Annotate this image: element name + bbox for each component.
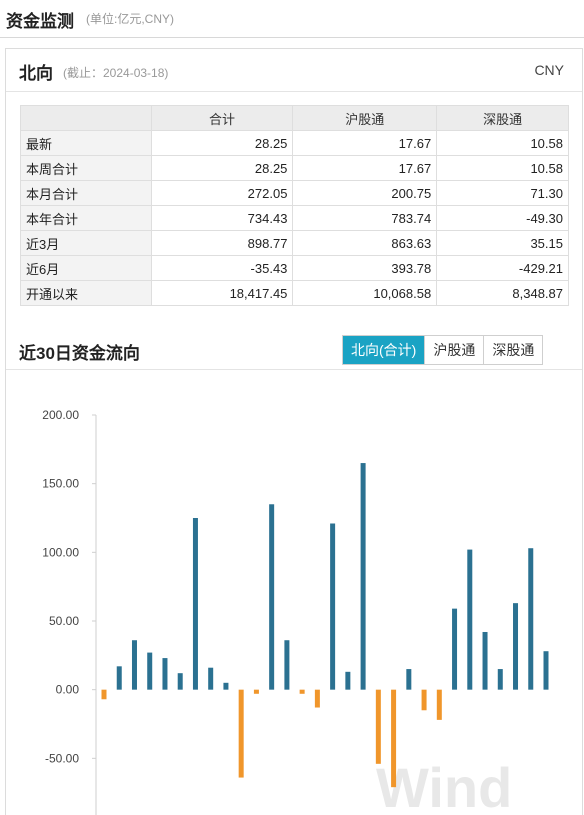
cell-shenzhen: -429.21 <box>436 255 569 281</box>
flow-summary-table: 合计 沪股通 深股通 最新 28.25 17.67 10.58 本周合计 28.… <box>20 105 569 306</box>
column-header <box>20 105 152 131</box>
table-row: 近6月 -35.43 393.78 -429.21 <box>20 255 569 281</box>
bar <box>101 689 107 700</box>
cell-shenzhen: 71.30 <box>436 180 569 206</box>
table-row: 本月合计 272.05 200.75 71.30 <box>20 180 569 206</box>
cell-shanghai: 863.63 <box>292 230 438 256</box>
cell-total: 734.43 <box>150 205 294 231</box>
table-row: 近3月 898.77 863.63 35.15 <box>20 230 569 256</box>
row-label: 开通以来 <box>20 280 152 306</box>
cell-shanghai: 783.74 <box>292 205 438 231</box>
cell-shenzhen: 35.15 <box>436 230 569 256</box>
bar <box>497 669 503 690</box>
top-header: 资金监测 (单位:亿元,CNY) <box>0 0 584 38</box>
cell-total: 18,417.45 <box>150 280 294 306</box>
bar <box>391 689 397 788</box>
bar <box>131 640 137 690</box>
bar <box>330 523 336 690</box>
cell-total: 272.05 <box>150 180 294 206</box>
bar <box>513 603 519 690</box>
bar <box>345 671 351 690</box>
row-label: 本周合计 <box>20 155 152 181</box>
card-header: 北向 (截止：2024-03-18) CNY <box>6 49 582 92</box>
bar <box>482 631 488 690</box>
bar <box>360 463 366 690</box>
y-tick-label: 100.00 <box>42 545 79 559</box>
tab-shenzhen-connect[interactable]: 深股通 <box>483 336 543 364</box>
unit-note: (单位:亿元,CNY) <box>86 12 174 26</box>
tab-northbound-total[interactable]: 北向(合计) <box>343 336 425 364</box>
bar <box>177 673 183 690</box>
bar <box>406 669 412 690</box>
watermark-logo: Wind <box>376 756 512 815</box>
chart-title: 近30日资金流向 <box>19 344 140 363</box>
chart-header: 近30日资金流向 北向(合计) 沪股通 深股通 <box>6 333 582 370</box>
cell-total: 898.77 <box>150 230 294 256</box>
cell-shanghai: 17.67 <box>292 155 438 181</box>
cell-shenzhen: 8,348.87 <box>436 280 569 306</box>
section-title: 北向 <box>19 64 53 83</box>
table-row: 本周合计 28.25 17.67 10.58 <box>20 155 569 181</box>
cell-shenzhen: 10.58 <box>436 155 569 181</box>
cell-total: 28.25 <box>150 130 294 156</box>
bar <box>314 689 320 708</box>
row-label: 本年合计 <box>20 205 152 231</box>
row-label: 近3月 <box>20 230 152 256</box>
bar <box>543 651 549 690</box>
y-tick-label: 150.00 <box>42 477 79 491</box>
row-label: 本月合计 <box>20 180 152 206</box>
page-title: 资金监测 <box>6 12 74 31</box>
bar <box>116 666 122 690</box>
bar <box>269 504 275 690</box>
fund-flow-chart: Wind200.00150.00100.0050.000.00-50.00-10… <box>42 408 549 815</box>
as-of-date: (截止：2024-03-18) <box>63 66 169 80</box>
table-row: 本年合计 734.43 783.74 -49.30 <box>20 205 569 231</box>
northbound-card: 北向 (截止：2024-03-18) CNY 合计 沪股通 深股通 最新 28.… <box>5 48 583 815</box>
cell-shanghai: 10,068.58 <box>292 280 438 306</box>
cell-shenzhen: 10.58 <box>436 130 569 156</box>
row-label: 近6月 <box>20 255 152 281</box>
cell-total: -35.43 <box>150 255 294 281</box>
bar <box>162 658 168 690</box>
row-label: 最新 <box>20 130 152 156</box>
bar <box>253 689 259 694</box>
bar <box>284 640 290 690</box>
bar <box>147 652 153 690</box>
y-tick-label: -50.00 <box>45 751 79 765</box>
column-header-total: 合计 <box>150 105 294 131</box>
column-header-shanghai-connect: 沪股通 <box>292 105 438 131</box>
cell-total: 28.25 <box>150 155 294 181</box>
bar <box>452 608 458 690</box>
bar <box>208 667 214 690</box>
bar <box>467 549 473 690</box>
bar <box>375 689 381 764</box>
tab-shanghai-connect[interactable]: 沪股通 <box>424 336 484 364</box>
bar <box>299 689 305 694</box>
column-header-shenzhen-connect: 深股通 <box>436 105 569 131</box>
table-header-row: 合计 沪股通 深股通 <box>20 105 569 131</box>
y-tick-label: 200.00 <box>42 408 79 422</box>
currency-label: CNY <box>534 62 564 78</box>
chart-tabs: 北向(合计) 沪股通 深股通 <box>342 335 544 365</box>
y-tick-label: 50.00 <box>49 614 79 628</box>
cell-shanghai: 393.78 <box>292 255 438 281</box>
bar <box>528 548 534 690</box>
bar <box>421 689 427 711</box>
bar <box>192 518 198 690</box>
table-row: 开通以来 18,417.45 10,068.58 8,348.87 <box>20 280 569 306</box>
bar <box>223 682 229 690</box>
cell-shanghai: 200.75 <box>292 180 438 206</box>
bar <box>436 689 442 720</box>
y-tick-label: 0.00 <box>56 683 80 697</box>
bar <box>238 689 244 778</box>
cell-shenzhen: -49.30 <box>436 205 569 231</box>
table-row: 最新 28.25 17.67 10.58 <box>20 130 569 156</box>
cell-shanghai: 17.67 <box>292 130 438 156</box>
